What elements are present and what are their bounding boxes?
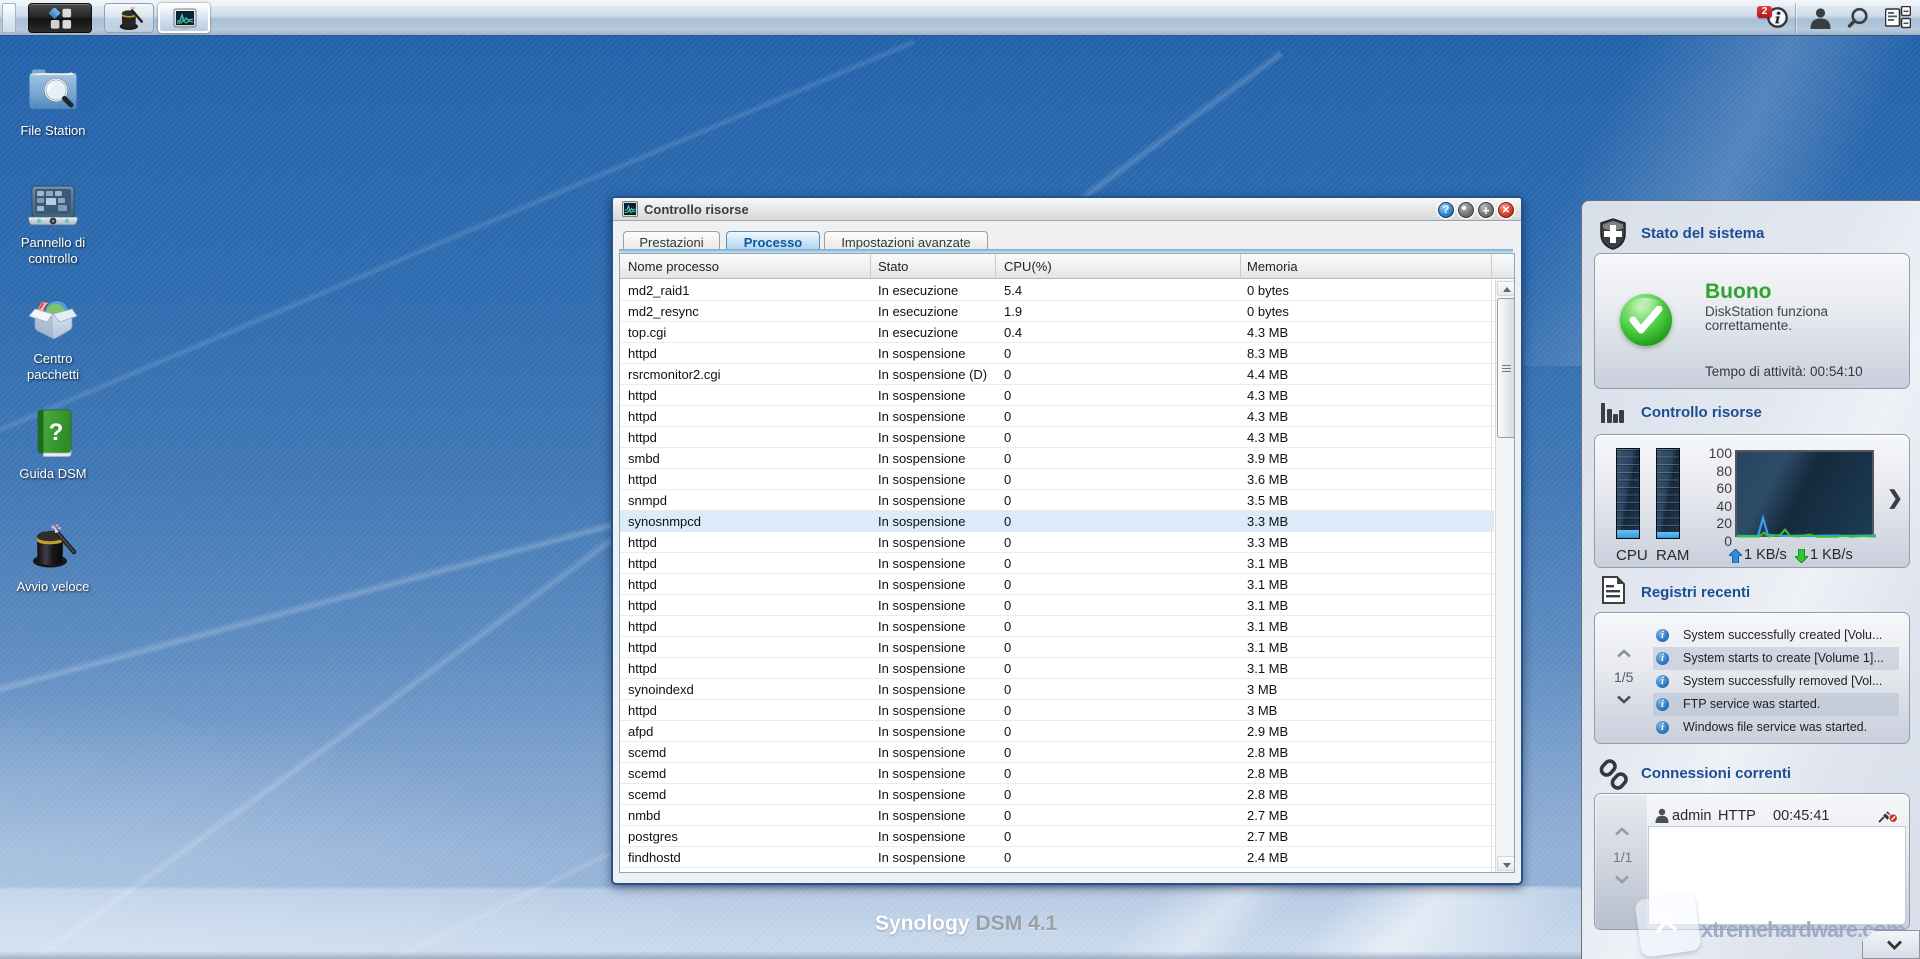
svg-text:?: ? <box>49 419 64 446</box>
